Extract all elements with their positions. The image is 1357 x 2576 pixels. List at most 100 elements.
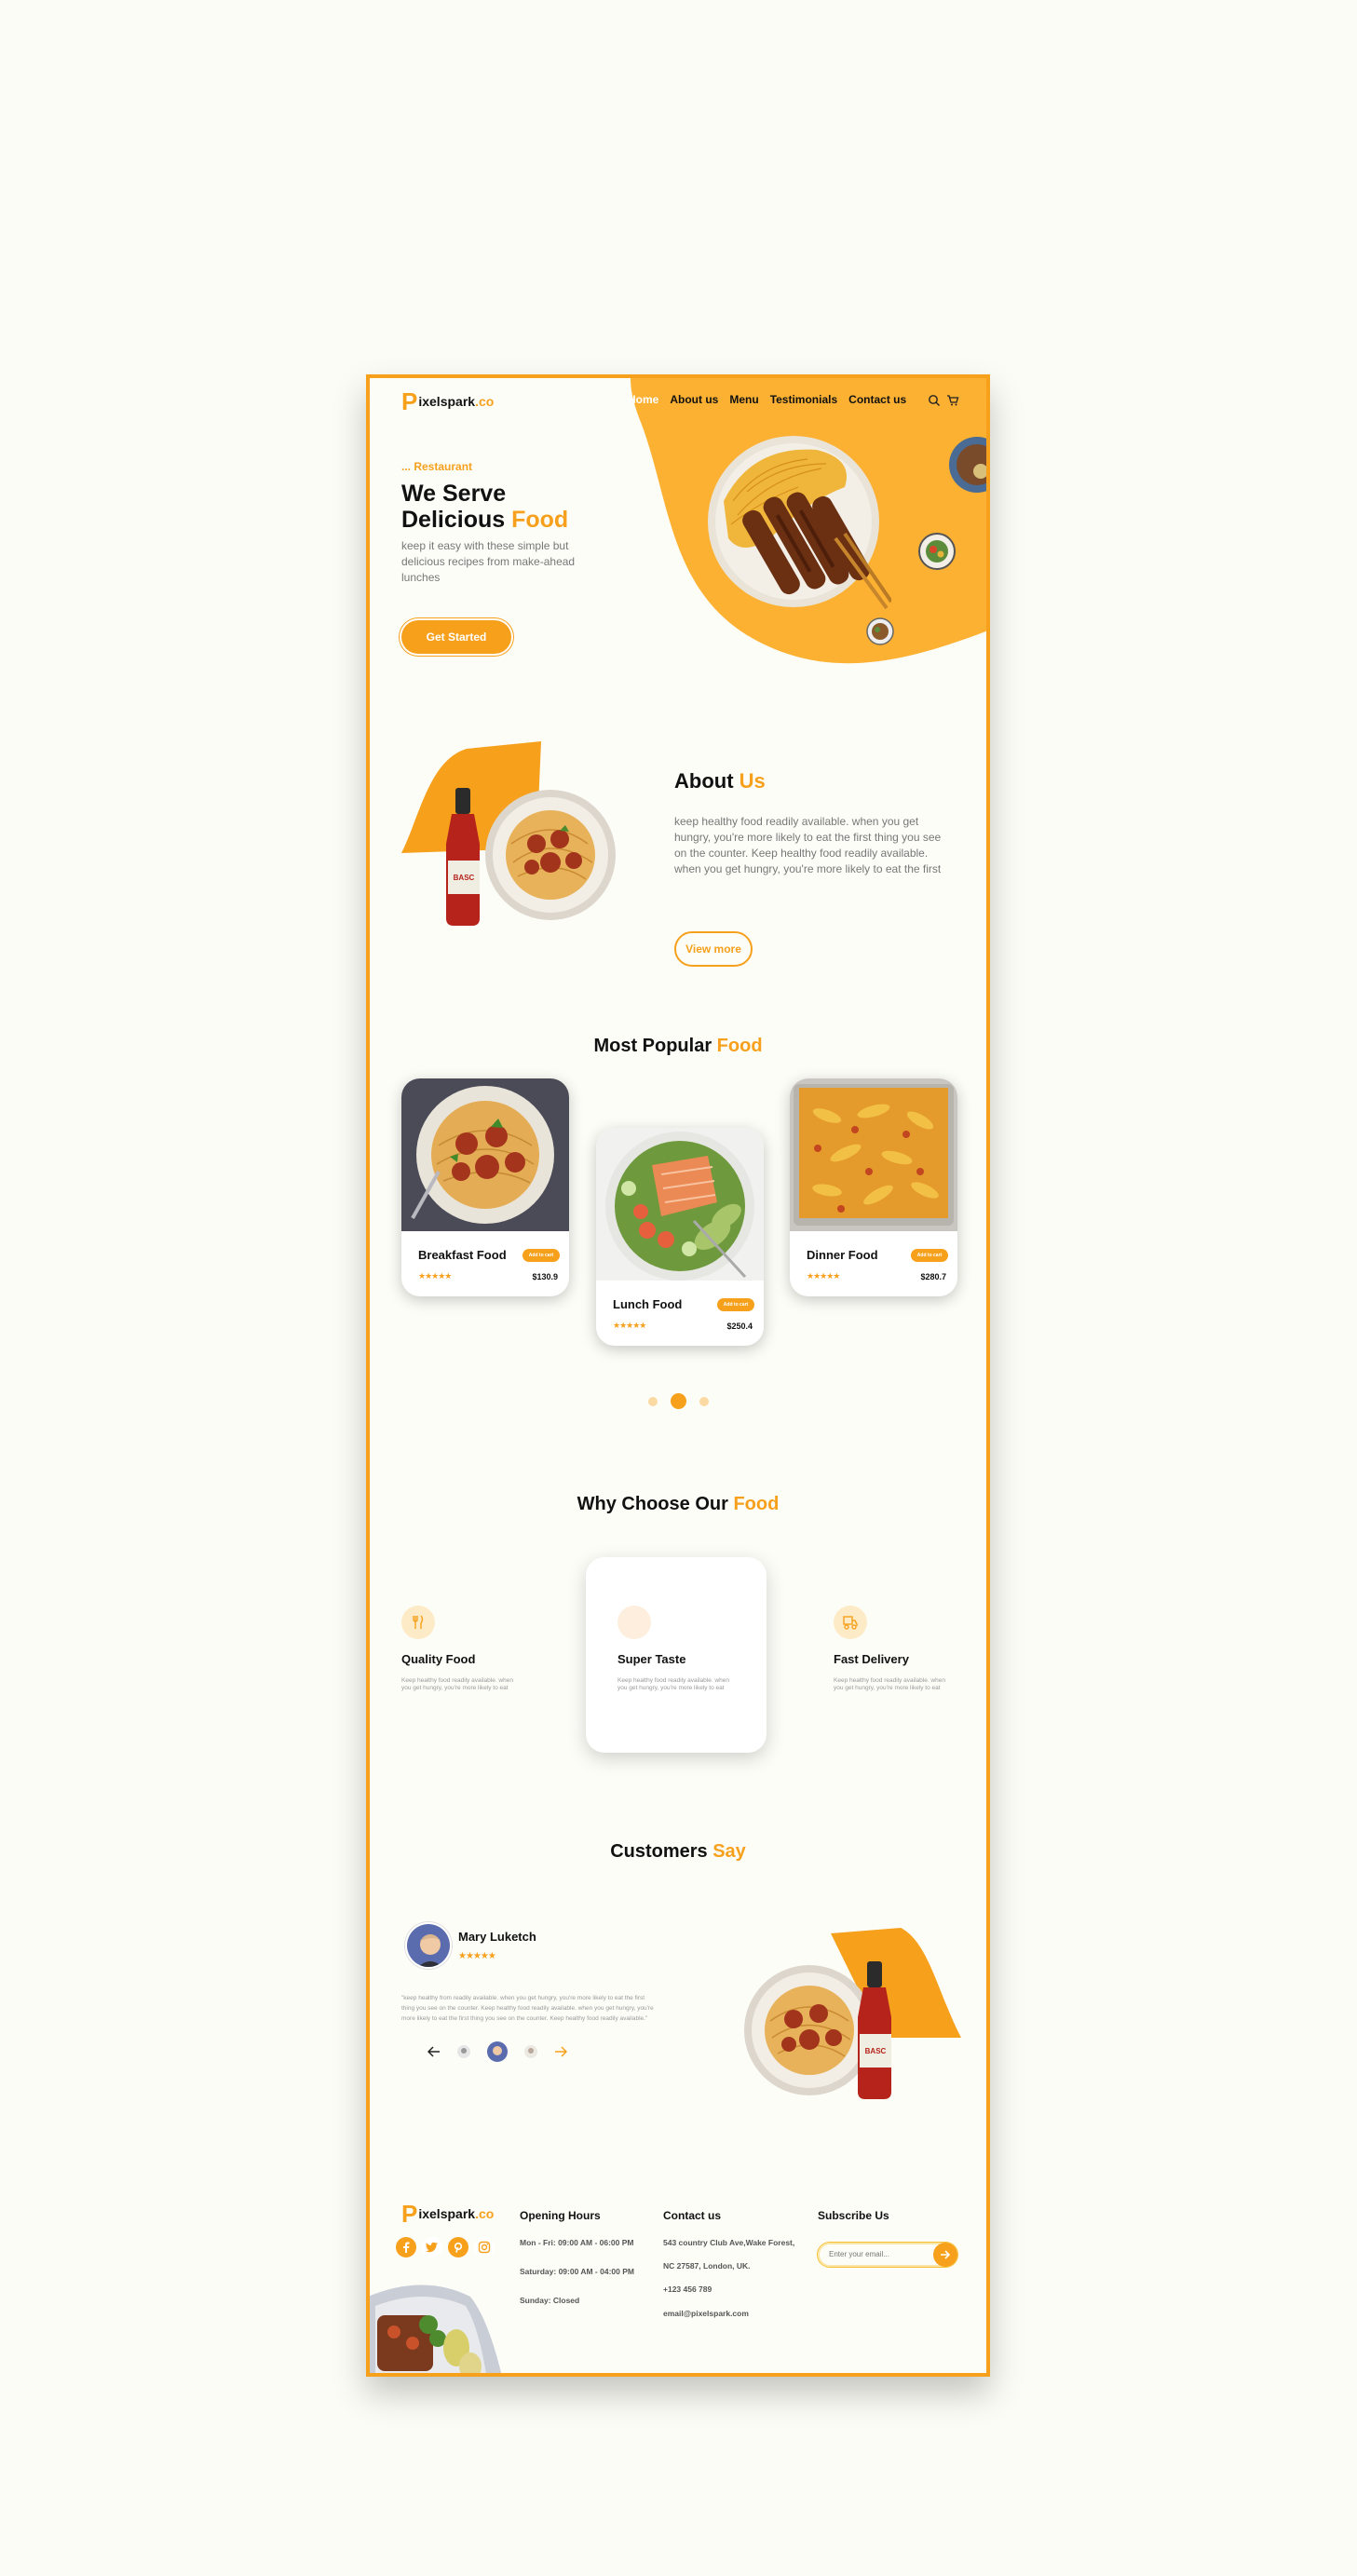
- avatar-thumb-active[interactable]: [487, 2041, 508, 2062]
- about-title: About Us: [674, 769, 766, 793]
- contact-email[interactable]: email@pixelspark.com: [663, 2309, 794, 2318]
- carousel-dot[interactable]: [699, 1396, 709, 1406]
- add-to-cart-button[interactable]: Add to cart: [717, 1298, 754, 1311]
- carousel-dot[interactable]: [648, 1396, 658, 1406]
- nav-testimonials[interactable]: Testimonials: [770, 393, 837, 406]
- testimonial-spaghetti-image: BASC: [744, 1928, 961, 2099]
- why-title-plain: Why Choose Our: [577, 1494, 734, 1514]
- contact-phone[interactable]: +123 456 789: [663, 2285, 794, 2294]
- popular-title-accent: Food: [716, 1036, 763, 1056]
- pinterest-icon[interactable]: [448, 2237, 468, 2257]
- testimonial-stars: ★★★★★: [458, 1951, 496, 1961]
- hours-line: Mon - Fri: 09:00 AM - 06:00 PM: [520, 2238, 634, 2247]
- delivery-icon: [834, 1606, 867, 1639]
- testimonials-title: Customers Say: [370, 1841, 986, 1863]
- email-input[interactable]: [829, 2244, 931, 2264]
- hours-line: Saturday: 09:00 AM - 04:00 PM: [520, 2267, 634, 2276]
- hero-title: We Serve Delicious Food: [401, 481, 568, 533]
- taste-icon: [617, 1606, 651, 1639]
- testimonials-title-accent: Say: [712, 1841, 746, 1862]
- avatar: [405, 1922, 452, 1969]
- logo-mark: P: [401, 387, 418, 415]
- carousel-dot-active[interactable]: [671, 1393, 686, 1409]
- testimonial-name: Mary Luketch: [458, 1930, 536, 1944]
- feature-text: Keep healthy food readily available. whe…: [401, 1677, 513, 1691]
- feature-text: Keep healthy food readily available. whe…: [834, 1677, 945, 1691]
- rating-stars: ★★★★★: [418, 1271, 452, 1281]
- nav-about[interactable]: About us: [670, 393, 718, 406]
- testimonial-nav: [427, 2041, 567, 2062]
- rating-stars: ★★★★★: [613, 1321, 646, 1330]
- hero-tag: ... Restaurant: [401, 460, 473, 473]
- popular-title-plain: Most Popular: [593, 1036, 717, 1056]
- contact-address-line1: 543 country Club Ave,Wake Forest,: [663, 2238, 795, 2247]
- twitter-icon[interactable]: [422, 2237, 442, 2257]
- main-nav: Home About us Menu Testimonials Contact …: [628, 393, 906, 406]
- feature-title: Quality Food: [401, 1652, 476, 1666]
- svg-text:BASC: BASC: [865, 2047, 887, 2055]
- logo-suffix: .co: [475, 394, 495, 409]
- avatar-thumb[interactable]: [524, 2045, 537, 2058]
- hero-title-plain: Delicious: [401, 507, 512, 533]
- food-card-breakfast[interactable]: Breakfast Food Add to cart ★★★★★ $130.9: [401, 1078, 569, 1296]
- hero-side-dish-image: [866, 617, 894, 645]
- footer-hours: Opening Hours Mon - Fri: 09:00 AM - 06:0…: [520, 2209, 634, 2305]
- footer-salad-image: [370, 2285, 502, 2373]
- add-to-cart-button[interactable]: Add to cart: [522, 1249, 560, 1262]
- nav-contact[interactable]: Contact us: [848, 393, 906, 406]
- search-icon[interactable]: [928, 394, 941, 407]
- brand-logo[interactable]: P ixelspark .co: [401, 389, 494, 414]
- feature-taste: Super Taste Keep healthy food readily av…: [617, 1606, 748, 1692]
- about-title-plain: About: [674, 769, 740, 793]
- testimonial-text: "keep healthy from readily available. wh…: [401, 1995, 654, 2022]
- hero-subtitle: keep it easy with these simple but delic…: [401, 539, 576, 584]
- add-to-cart-button[interactable]: Add to cart: [911, 1249, 948, 1262]
- svg-text:BASC: BASC: [454, 874, 475, 882]
- testimonials-title-plain: Customers: [610, 1841, 713, 1862]
- hero-title-accent: Food: [511, 507, 569, 533]
- arrow-left-icon[interactable]: [427, 2046, 441, 2057]
- hero-title-line1: We Serve: [401, 481, 507, 507]
- contact-address-line2: NC 27587, London, UK.: [663, 2261, 751, 2271]
- food-card-name: Lunch Food: [613, 1297, 683, 1311]
- footer-logo[interactable]: P ixelspark .co: [401, 2202, 494, 2226]
- about-spaghetti-sauce-image: BASC: [401, 741, 616, 926]
- food-card-name: Breakfast Food: [418, 1248, 507, 1262]
- logo-mark: P: [401, 2200, 418, 2228]
- breakfast-food-image: [401, 1078, 569, 1231]
- get-started-button[interactable]: Get Started: [401, 620, 511, 654]
- nav-home[interactable]: Home: [628, 393, 658, 406]
- feature-title: Super Taste: [617, 1652, 686, 1666]
- contact-title: Contact us: [663, 2209, 722, 2222]
- avatar-thumb[interactable]: [457, 2045, 470, 2058]
- logo-text: ixelspark: [418, 394, 476, 409]
- feature-title: Fast Delivery: [834, 1652, 909, 1666]
- feature-text: Keep healthy food readily available. whe…: [617, 1677, 729, 1691]
- about-title-accent: Us: [739, 769, 766, 793]
- subscribe-button[interactable]: [933, 2243, 957, 2267]
- view-more-button[interactable]: View more: [674, 931, 753, 967]
- lunch-food-image: [596, 1128, 764, 1281]
- carousel-dots: [648, 1393, 709, 1409]
- why-title-accent: Food: [733, 1494, 780, 1514]
- utensils-icon: [401, 1606, 435, 1639]
- hours-line: Sunday: Closed: [520, 2296, 580, 2305]
- food-card-price: $280.7: [920, 1272, 946, 1281]
- food-card-dinner[interactable]: Dinner Food Add to cart ★★★★★ $280.7: [790, 1078, 957, 1296]
- instagram-icon[interactable]: [474, 2237, 495, 2257]
- facebook-icon[interactable]: [396, 2237, 416, 2257]
- why-title: Why Choose Our Food: [370, 1494, 986, 1515]
- hero-salad-bowl-image: [918, 533, 956, 570]
- nav-menu[interactable]: Menu: [729, 393, 758, 406]
- food-card-price: $250.4: [726, 1322, 753, 1331]
- subscribe-form: [818, 2243, 957, 2267]
- rating-stars: ★★★★★: [807, 1271, 840, 1281]
- cart-icon[interactable]: [946, 394, 959, 407]
- logo-text: ixelspark: [418, 2206, 476, 2221]
- hero-title-line2: Delicious Food: [401, 507, 568, 533]
- arrow-right-icon[interactable]: [554, 2046, 567, 2057]
- food-card-lunch[interactable]: Lunch Food Add to cart ★★★★★ $250.4: [596, 1128, 764, 1346]
- footer-contact: Contact us 543 country Club Ave,Wake For…: [663, 2209, 794, 2318]
- landing-page-frame: P ixelspark .co Home About us Menu Testim…: [366, 374, 990, 2377]
- feature-quality: Quality Food Keep healthy food readily a…: [401, 1606, 532, 1692]
